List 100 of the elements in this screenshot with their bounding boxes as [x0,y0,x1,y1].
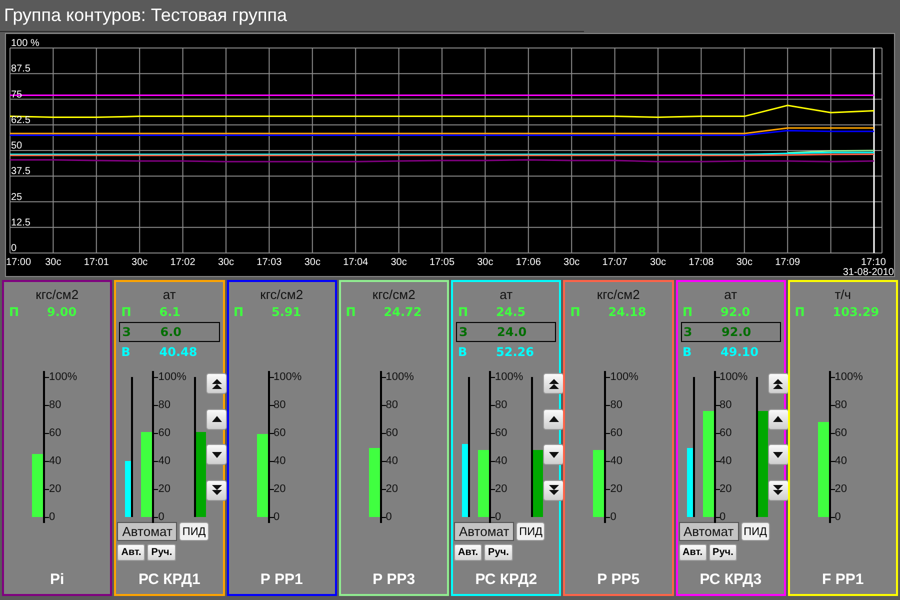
reading-value: 92.0 [720,305,750,319]
mode-button[interactable]: Руч. [147,544,176,561]
scale-label: 20 [274,483,286,495]
scale-label: 100% [610,371,638,383]
scale-label: 60 [495,427,508,439]
reading-value: 52.26 [496,345,534,359]
scale-label: 0 [720,511,726,523]
x-tick-label: 17:02 [170,257,196,268]
pid-button[interactable]: ПИД [516,522,546,541]
reading-value: 49.10 [720,345,758,359]
scale-label: 100% [49,371,78,383]
loop-name: Р РР3 [372,571,416,588]
reading-value: 103.29 [832,305,880,319]
mode-button[interactable]: Авт. [454,544,482,561]
unit-label: кгс/см2 [259,287,304,303]
double-down-arrow-icon [772,484,784,496]
scale-label: 20 [495,483,508,495]
y-tick-label: 12.5 [11,217,30,228]
step-up-button[interactable] [768,373,789,394]
scale-label: 40 [495,455,508,467]
scale-label: 80 [386,399,398,411]
step-up-button[interactable] [543,373,564,394]
mode-button[interactable]: Авт. [678,544,707,561]
double-down-arrow-icon [548,484,560,496]
reading-value: 9.00 [47,305,77,319]
scale-label: 20 [158,483,170,495]
reading-label: З [122,325,132,339]
reading-value: 24.5 [496,305,526,319]
scale-label: 0 [495,511,502,523]
scale-label: 80 [49,399,62,411]
reading-value: 40.48 [159,345,198,359]
scale-label: 20 [49,483,62,495]
scale-label: 60 [274,427,286,439]
scale-label: 100% [720,371,748,383]
reading-label: П [570,305,582,319]
double-down-arrow-icon [210,484,223,496]
loop-name: РС КРД3 [698,571,763,588]
scale-label: 80 [720,399,732,411]
step-down-button[interactable] [206,444,228,466]
x-tick-label: 17:10 [860,257,886,268]
pid-button[interactable]: ПИД [179,522,209,541]
scale-label: 0 [49,511,56,523]
reading-label: П [121,305,132,319]
reading-value: 24.0 [497,325,527,339]
reading-label: В [121,345,132,359]
loop-name: Pi [49,571,66,588]
double-up-arrow-icon [548,378,560,390]
reading-label: П [458,305,470,319]
x-tick-label: 17:03 [256,257,282,268]
x-tick-label: 17:07 [602,257,628,268]
mode-button[interactable]: Руч. [484,544,513,561]
scale-label: 40 [49,455,62,467]
scale-label: 80 [274,399,286,411]
y-tick-label: 25 [11,192,22,203]
scale-label: 60 [49,427,62,439]
window-title: Группа контуров: Тестовая группа [4,5,287,26]
scale-label: 40 [158,455,170,467]
reading-value: 92.0 [722,325,752,339]
loop-name: РС КРД2 [474,571,538,588]
scale-label: 20 [386,483,398,495]
x-tick-label: 30с [650,257,666,268]
scale-label: 60 [158,427,170,439]
unit-label: кгс/см2 [34,287,80,303]
mode-button[interactable]: Авт. [117,544,146,561]
reading-label: П [682,305,694,319]
x-tick-label: 30с [564,257,580,268]
scale-label: 20 [720,483,732,495]
loop-name: Р РР5 [596,571,641,588]
x-tick-label: 30с [736,257,752,268]
step-up-button[interactable] [206,408,228,430]
x-tick-label: 17:01 [84,257,109,268]
date-label: 31-08-2010 [842,267,894,276]
x-tick-label: 17:09 [775,257,800,268]
step-down-button[interactable] [768,444,789,466]
scale-label: 60 [610,427,622,439]
step-down-button[interactable] [543,444,564,466]
reading-label: П [794,305,806,319]
mode-button[interactable]: Руч. [708,544,738,561]
unit-label: ат [723,287,738,303]
scale-label: 100% [495,371,524,383]
step-up-button[interactable] [206,373,228,394]
x-tick-label: 30с [218,257,234,268]
scale-label: 40 [610,455,622,467]
mode-indicator: Автомат [678,522,739,541]
step-down-button[interactable] [206,480,228,501]
step-down-button[interactable] [768,480,789,501]
reading-value: 6.1 [159,305,181,319]
loop-name: F РР1 [821,571,865,588]
step-up-button[interactable] [768,408,789,430]
reading-value: 5.91 [272,305,302,319]
unit-label: ат [498,287,514,303]
y-tick-label: 100 % [11,38,40,49]
pid-button[interactable]: ПИД [740,522,770,541]
x-tick-label: 17:08 [688,257,714,268]
step-down-button[interactable] [543,480,564,501]
mode-indicator: Автомат [454,522,514,541]
step-up-button[interactable] [543,408,564,430]
x-tick-label: 30с [304,257,320,268]
scale-label: 100% [274,371,302,383]
x-tick-label: 17:00 [6,257,32,268]
